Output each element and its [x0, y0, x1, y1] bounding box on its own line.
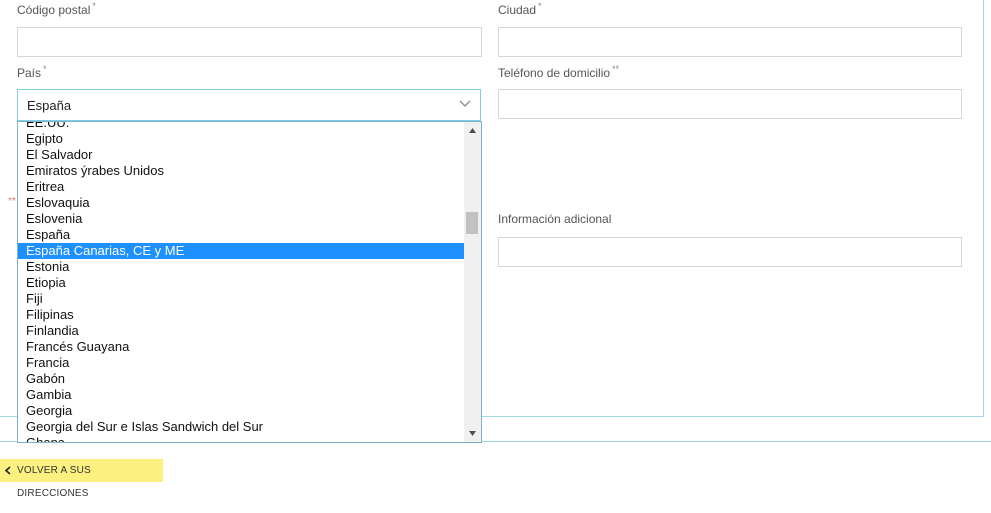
- additional-info-label-text: Información adicional: [498, 212, 612, 226]
- postal-code-input[interactable]: [17, 27, 482, 57]
- country-label-text: País: [17, 66, 42, 80]
- country-select-value: España: [27, 98, 72, 113]
- home-phone-label-text: Teléfono de domicilio: [498, 66, 611, 80]
- country-option[interactable]: España: [18, 227, 465, 243]
- country-option[interactable]: Eslovaquia: [18, 195, 465, 211]
- address-form-page: Código postal * Ciudad * País * España Telé…: [0, 0, 991, 513]
- city-label-text: Ciudad: [498, 3, 537, 17]
- back-to-addresses-button[interactable]: VOLVER A SUS DIRECCIONES: [0, 459, 163, 499]
- country-option[interactable]: El Salvador: [18, 147, 465, 163]
- home-phone-input[interactable]: [498, 89, 962, 119]
- country-option[interactable]: Gambia: [18, 387, 465, 403]
- additional-info-input[interactable]: [498, 237, 962, 267]
- chevron-down-icon: [459, 100, 471, 107]
- country-option[interactable]: EE.UU.: [18, 122, 465, 131]
- country-option[interactable]: Ghana: [18, 435, 465, 442]
- postal-code-label-text: Código postal: [17, 3, 91, 17]
- city-input[interactable]: [498, 27, 962, 57]
- home-phone-label: Teléfono de domicilio **: [498, 64, 619, 80]
- country-option[interactable]: Georgia del Sur e Islas Sandwich del Sur: [18, 419, 465, 435]
- country-option[interactable]: Emiratos ýrabes Unidos: [18, 163, 465, 179]
- country-option[interactable]: Francés Guayana: [18, 339, 465, 355]
- scrollbar-thumb[interactable]: [466, 212, 478, 234]
- country-option[interactable]: Estonia: [18, 259, 465, 275]
- required-mark: *: [92, 1, 96, 11]
- back-button-label: VOLVER A SUS DIRECCIONES: [17, 465, 91, 499]
- country-option[interactable]: Fiji: [18, 291, 465, 307]
- scroll-down-arrow-icon[interactable]: [464, 425, 481, 442]
- country-option[interactable]: Finlandia: [18, 323, 465, 339]
- country-select[interactable]: España: [17, 89, 481, 121]
- postal-code-label: Código postal *: [17, 1, 96, 17]
- country-option[interactable]: Egipto: [18, 131, 465, 147]
- country-dropdown-list[interactable]: EE.UU. Egipto El Salvador Emiratos ýrabe…: [17, 121, 482, 443]
- country-option[interactable]: Eslovenia: [18, 211, 465, 227]
- city-label: Ciudad *: [498, 1, 542, 17]
- country-option-highlighted[interactable]: España Canarias, CE y ME: [18, 243, 465, 259]
- country-option[interactable]: Eritrea: [18, 179, 465, 195]
- country-option[interactable]: Francia: [18, 355, 465, 371]
- country-options: EE.UU. Egipto El Salvador Emiratos ýrabe…: [18, 122, 465, 442]
- hint-mark: **: [8, 196, 16, 207]
- required-mark: *: [43, 64, 47, 74]
- country-option[interactable]: Georgia: [18, 403, 465, 419]
- additional-info-label: Información adicional: [498, 212, 611, 226]
- required-mark: *: [538, 1, 542, 11]
- country-option[interactable]: Gabón: [18, 371, 465, 387]
- chevron-left-icon: [4, 466, 11, 475]
- scroll-up-arrow-icon[interactable]: [464, 122, 481, 139]
- country-label: País *: [17, 64, 47, 80]
- required-mark: **: [612, 64, 620, 74]
- dropdown-scrollbar[interactable]: [464, 122, 481, 442]
- country-option[interactable]: Etiopia: [18, 275, 465, 291]
- country-option[interactable]: Filipinas: [18, 307, 465, 323]
